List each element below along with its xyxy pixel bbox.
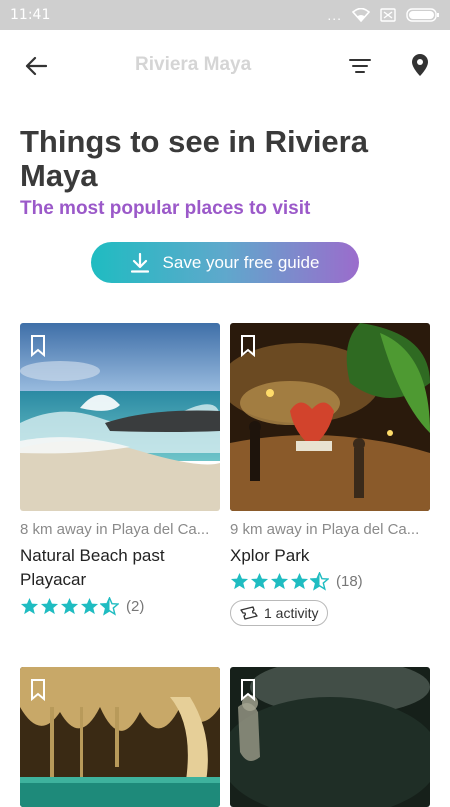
place-card[interactable]: 8 km away in Playa del Ca... Natural Bea… [20, 323, 220, 623]
map-button[interactable] [405, 50, 435, 80]
star-icon [290, 572, 309, 590]
star-icon [40, 597, 59, 615]
review-count: (18) [336, 573, 363, 590]
star-icon [80, 597, 99, 615]
activity-label: 1 activity [264, 605, 319, 621]
bookmark-icon[interactable] [240, 679, 256, 701]
star-rating: (18) [230, 572, 363, 591]
status-icons: ... [327, 7, 440, 23]
filter-icon [349, 59, 371, 73]
activity-badge[interactable]: 1 activity [230, 600, 329, 626]
place-image-beach [20, 323, 220, 511]
place-image-xplor [230, 323, 430, 511]
filter-button[interactable] [345, 52, 375, 80]
save-guide-button[interactable]: Save your free guide [91, 242, 359, 283]
review-count: (2) [126, 598, 145, 615]
wifi-icon [352, 8, 370, 22]
place-distance: 8 km away in Playa del Ca... [20, 521, 210, 538]
place-card[interactable]: 9 km away in Playa del Ca... Xplor Park … [230, 323, 430, 628]
place-card[interactable] [230, 667, 430, 807]
star-icon [60, 597, 79, 615]
page-title: Things to see in Riviera Maya [20, 124, 368, 193]
page-subtitle: The most popular places to visit [20, 198, 311, 219]
place-image-cenote [230, 667, 430, 807]
star-half-icon [310, 572, 329, 591]
bookmark-icon[interactable] [30, 679, 46, 701]
bookmark-icon[interactable] [30, 335, 46, 357]
no-sim-icon [380, 8, 396, 22]
app-bar: Riviera Maya [0, 30, 450, 100]
app-bar-title: Riviera Maya [135, 54, 252, 75]
location-pin-icon [412, 54, 428, 76]
bookmark-icon[interactable] [240, 335, 256, 357]
place-card[interactable] [20, 667, 220, 807]
star-icon [250, 572, 269, 590]
battery-icon [406, 8, 439, 22]
place-image-cave [20, 667, 220, 807]
download-icon [130, 252, 149, 273]
star-icon [270, 572, 289, 590]
status-time: 11:41 [10, 7, 51, 23]
star-rating: (2) [20, 597, 144, 616]
ticket-icon [240, 606, 258, 620]
more-dots-icon: ... [327, 7, 342, 23]
back-button[interactable] [22, 52, 50, 80]
star-icon [20, 597, 39, 615]
star-half-icon [100, 597, 119, 616]
star-icon [230, 572, 249, 590]
place-distance: 9 km away in Playa del Ca... [230, 521, 420, 538]
place-name: Natural Beach past Playacar [20, 546, 165, 589]
save-guide-label: Save your free guide [162, 252, 320, 272]
status-bar: 11:41 ... [0, 0, 450, 30]
arrow-left-icon [25, 56, 47, 76]
place-name: Xplor Park [230, 546, 310, 565]
